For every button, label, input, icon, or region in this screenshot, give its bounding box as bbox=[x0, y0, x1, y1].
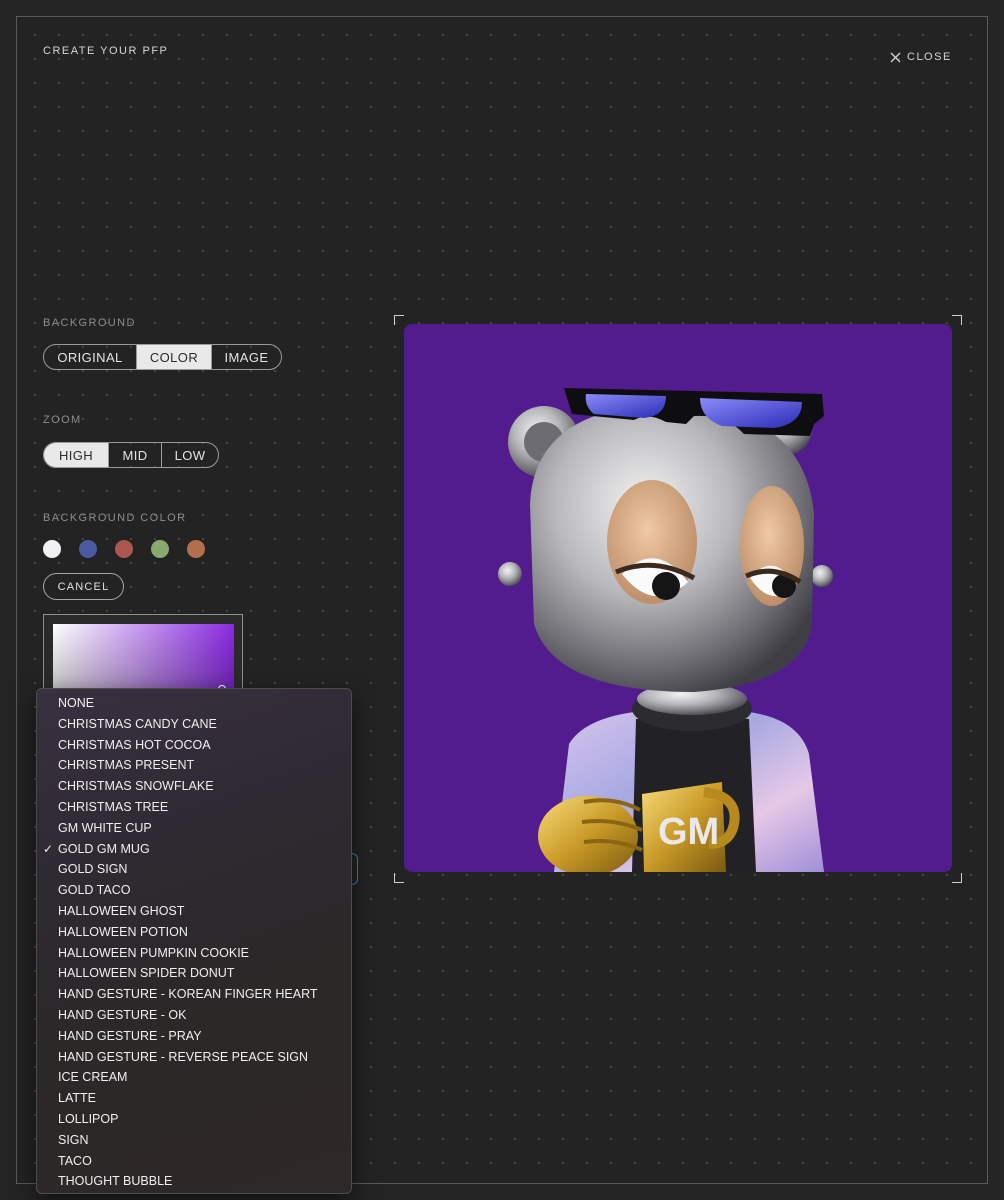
dropdown-option[interactable]: GOLD SIGN bbox=[37, 859, 351, 880]
dropdown-option-label: GOLD GM MUG bbox=[58, 841, 150, 856]
color-picker-area[interactable] bbox=[53, 624, 234, 693]
dropdown-option-label: SIGN bbox=[58, 1132, 89, 1147]
dropdown-option-label: GOLD SIGN bbox=[58, 862, 128, 877]
dropdown-option[interactable]: THOUGHT BUBBLE bbox=[37, 1171, 351, 1192]
dropdown-option-label: CHRISTMAS SNOWFLAKE bbox=[58, 779, 214, 794]
dropdown-option[interactable]: CHRISTMAS SNOWFLAKE bbox=[37, 776, 351, 797]
dropdown-option[interactable]: HALLOWEEN POTION bbox=[37, 922, 351, 943]
dropdown-option-label: GM WHITE CUP bbox=[58, 820, 152, 835]
dropdown-option[interactable]: HALLOWEEN GHOST bbox=[37, 901, 351, 922]
cancel-button[interactable]: CANCEL bbox=[43, 573, 124, 600]
dropdown-option[interactable]: HAND GESTURE - REVERSE PEACE SIGN bbox=[37, 1047, 351, 1068]
dropdown-option[interactable]: HAND GESTURE - OK bbox=[37, 1005, 351, 1026]
dropdown-option[interactable]: CHRISTMAS PRESENT bbox=[37, 755, 351, 776]
dropdown-option[interactable]: GOLD TACO bbox=[37, 880, 351, 901]
dropdown-option-label: HALLOWEEN SPIDER DONUT bbox=[58, 966, 235, 981]
zoom-label: ZOOM bbox=[43, 414, 82, 426]
dropdown-option[interactable]: CHRISTMAS HOT COCOA bbox=[37, 735, 351, 756]
corner-marker bbox=[952, 315, 962, 325]
pfp-preview-image: GM bbox=[404, 324, 952, 872]
dropdown-option[interactable]: ICE CREAM bbox=[37, 1067, 351, 1088]
dropdown-option-label: CHRISTMAS HOT COCOA bbox=[58, 737, 211, 752]
corner-marker bbox=[394, 873, 404, 883]
dropdown-option[interactable]: TACO bbox=[37, 1151, 351, 1172]
swatch-white[interactable] bbox=[43, 540, 61, 558]
dropdown-option-label: HALLOWEEN POTION bbox=[58, 924, 188, 939]
dropdown-option-label: HAND GESTURE - OK bbox=[58, 1007, 187, 1022]
dropdown-option-label: HALLOWEEN PUMPKIN COOKIE bbox=[58, 945, 250, 960]
dropdown-option-label: LOLLIPOP bbox=[58, 1111, 119, 1126]
background-color-label: BACKGROUND COLOR bbox=[43, 512, 187, 524]
background-toggle: ORIGINAL COLOR IMAGE bbox=[43, 344, 282, 370]
zoom-option-mid[interactable]: MID bbox=[108, 443, 161, 467]
dropdown-option[interactable]: LOLLIPOP bbox=[37, 1109, 351, 1130]
dropdown-option-label: HAND GESTURE - REVERSE PEACE SIGN bbox=[58, 1049, 309, 1064]
dropdown-option[interactable]: HAND GESTURE - KOREAN FINGER HEART bbox=[37, 984, 351, 1005]
swatch-green[interactable] bbox=[151, 540, 169, 558]
dropdown-option-label: CHRISTMAS CANDY CANE bbox=[58, 716, 217, 731]
swatch-red[interactable] bbox=[115, 540, 133, 558]
dropdown-option-label: GOLD TACO bbox=[58, 883, 131, 898]
dropdown-option-label: ICE CREAM bbox=[58, 1070, 128, 1085]
dropdown-option-label: TACO bbox=[58, 1153, 92, 1168]
dropdown-option[interactable]: HALLOWEEN PUMPKIN COOKIE bbox=[37, 943, 351, 964]
dropdown-option[interactable]: NONE bbox=[37, 693, 351, 714]
dropdown-option-label: HALLOWEEN GHOST bbox=[58, 903, 185, 918]
dropdown-option-label: NONE bbox=[58, 696, 95, 710]
prop-dropdown-menu: NONE CHRISTMAS CANDY CANE CHRISTMAS HOT CO… bbox=[36, 688, 352, 1194]
corner-marker bbox=[394, 315, 404, 325]
dropdown-option[interactable]: HALLOWEEN SPIDER DONUT bbox=[37, 963, 351, 984]
swatch-orange[interactable] bbox=[187, 540, 205, 558]
dropdown-option[interactable]: LATTE bbox=[37, 1088, 351, 1109]
background-option-original[interactable]: ORIGINAL bbox=[44, 345, 136, 369]
checkmark-icon: ✓ bbox=[43, 841, 54, 856]
dropdown-option[interactable]: HAND GESTURE - PRAY bbox=[37, 1026, 351, 1047]
color-picker bbox=[43, 614, 243, 693]
swatch-blue[interactable] bbox=[79, 540, 97, 558]
dropdown-option-label: HAND GESTURE - KOREAN FINGER HEART bbox=[58, 987, 318, 1002]
dropdown-option-label: THOUGHT BUBBLE bbox=[58, 1174, 173, 1189]
dropdown-option-label: LATTE bbox=[58, 1091, 96, 1106]
dropdown-option[interactable]: GM WHITE CUP bbox=[37, 818, 351, 839]
dropdown-option[interactable]: CHRISTMAS TREE bbox=[37, 797, 351, 818]
close-button[interactable]: CLOSE bbox=[890, 50, 952, 64]
dropdown-option[interactable]: SIGN bbox=[37, 1130, 351, 1151]
zoom-option-high[interactable]: HIGH bbox=[44, 443, 108, 467]
zoom-option-low[interactable]: LOW bbox=[161, 443, 218, 467]
background-option-image[interactable]: IMAGE bbox=[211, 345, 281, 369]
zoom-toggle: HIGH MID LOW bbox=[43, 442, 219, 468]
pfp-character-illustration: GM bbox=[498, 388, 833, 872]
dropdown-option[interactable]: ✓ GOLD GM MUG bbox=[37, 839, 351, 860]
dropdown-option-label: CHRISTMAS TREE bbox=[58, 799, 169, 814]
close-label: CLOSE bbox=[907, 51, 952, 63]
background-option-color[interactable]: COLOR bbox=[136, 345, 211, 369]
modal-title: CREATE YOUR PFP bbox=[43, 45, 169, 57]
mug-text: GM bbox=[658, 811, 719, 853]
corner-marker bbox=[952, 873, 962, 883]
color-swatches bbox=[43, 540, 205, 558]
dropdown-option-label: CHRISTMAS PRESENT bbox=[58, 758, 195, 773]
close-icon bbox=[890, 52, 901, 63]
dropdown-option[interactable]: CHRISTMAS CANDY CANE bbox=[37, 714, 351, 735]
background-label: BACKGROUND bbox=[43, 317, 136, 329]
dropdown-option-label: HAND GESTURE - PRAY bbox=[58, 1028, 202, 1043]
